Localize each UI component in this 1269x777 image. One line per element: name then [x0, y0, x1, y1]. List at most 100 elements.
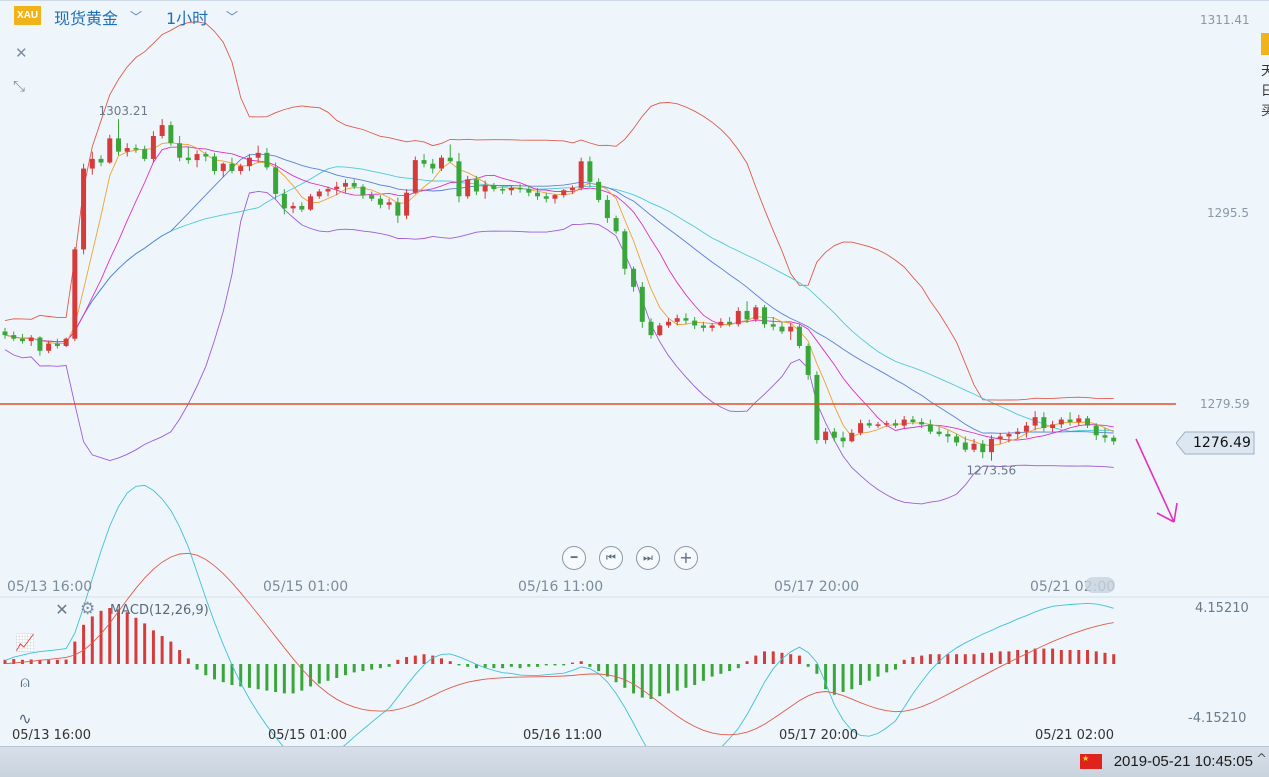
macd-bar — [797, 655, 801, 664]
macd-bar — [422, 654, 426, 664]
candle — [1023, 421, 1029, 438]
candle — [447, 144, 453, 163]
macd-bar — [492, 664, 496, 669]
macd-bar — [1051, 648, 1055, 664]
toggle-icon[interactable] — [1085, 577, 1115, 593]
candle — [954, 434, 960, 447]
macd-bar — [1016, 650, 1020, 664]
candle-body — [473, 179, 479, 192]
macd-bar — [326, 664, 330, 681]
candle-body — [631, 268, 637, 287]
candle-body — [700, 325, 706, 328]
candle-body — [124, 148, 130, 152]
ma10-line — [4, 146, 1114, 441]
candle — [927, 419, 933, 435]
close-icon[interactable]: ✕ — [52, 600, 72, 620]
macd-bar — [763, 651, 767, 664]
candle-body — [290, 205, 296, 209]
macd-bar — [501, 664, 505, 669]
candle-body — [796, 326, 802, 346]
candle — [1058, 417, 1064, 429]
chart-svg: 1303.21 1273.56 — [0, 0, 1269, 774]
candle-body — [875, 424, 881, 426]
candle-body — [360, 186, 366, 196]
candle-body — [54, 343, 60, 346]
candle-body — [1093, 425, 1099, 436]
candle-body — [1058, 419, 1064, 425]
candle-body — [351, 183, 357, 187]
macd-bar — [378, 664, 382, 669]
candle-body — [866, 423, 872, 426]
macd-bar — [99, 610, 103, 664]
candle — [892, 419, 898, 429]
candle — [168, 121, 174, 146]
candle — [692, 316, 698, 330]
candle — [229, 157, 235, 174]
candle — [194, 150, 200, 168]
collapse-icon[interactable]: ⤡ — [13, 77, 25, 95]
x-tick-label: 05/16 11:00 — [523, 728, 603, 743]
candle — [683, 313, 689, 325]
gear-icon[interactable]: ⚙ — [80, 599, 95, 619]
candle — [831, 428, 837, 442]
candle — [185, 146, 191, 164]
macd-bar — [885, 664, 889, 673]
chevron-up-icon[interactable]: ^ — [1256, 752, 1267, 767]
macd-bar — [204, 664, 208, 676]
candle-body — [735, 310, 741, 325]
macd-bar — [693, 664, 697, 685]
candle — [412, 156, 418, 194]
candle-body — [718, 321, 724, 326]
high-annotation: 1303.21 — [98, 104, 148, 118]
macd-bar — [90, 616, 94, 664]
macd-bar — [666, 664, 670, 694]
candle-body — [281, 193, 287, 209]
chevron-down-icon[interactable]: ﹀ — [226, 8, 238, 25]
candle — [308, 193, 314, 211]
candle — [177, 135, 183, 162]
candle-body — [927, 424, 933, 432]
low-annotation: 1273.56 — [966, 464, 1016, 478]
macd-bar — [841, 664, 845, 692]
candle-body — [831, 431, 837, 438]
candle-body — [1032, 417, 1038, 426]
symbol-selector[interactable]: 现货黄金 — [54, 5, 118, 29]
candle-body — [273, 167, 279, 194]
candle — [709, 323, 715, 332]
candle — [124, 143, 130, 157]
gold-badge: XAU — [14, 6, 41, 25]
skip-forward-button[interactable]: ⏭ — [636, 546, 660, 570]
candle-body — [954, 436, 960, 443]
candle — [456, 152, 462, 203]
macd-bar — [143, 623, 147, 664]
macd-bar — [55, 659, 59, 664]
macd-bar — [64, 659, 68, 664]
x-tick-label: 05/15 01:00 — [263, 579, 349, 595]
candle-body — [168, 125, 174, 144]
macd-bar — [527, 664, 531, 667]
macd-bar — [1094, 651, 1098, 664]
candle-body — [264, 152, 270, 168]
chart-indicator-icon[interactable]: 📈 — [14, 633, 36, 655]
zoom-out-button[interactable]: ━ — [562, 546, 586, 570]
macd-bar — [998, 651, 1002, 664]
candle-body — [1023, 425, 1029, 432]
candle — [115, 119, 121, 156]
close-icon[interactable]: ✕ — [15, 44, 28, 62]
candle-body — [386, 202, 392, 205]
waveform-icon[interactable]: ∿ — [14, 709, 36, 731]
skip-back-button[interactable]: ⏮ — [599, 546, 623, 570]
timeframe-selector[interactable]: 1小时 — [166, 5, 208, 29]
candle — [273, 162, 279, 199]
chevron-down-icon[interactable]: ﹀ — [130, 8, 142, 25]
candle-body — [404, 192, 410, 216]
zoom-in-button[interactable]: + — [674, 546, 698, 570]
macd-bar — [649, 664, 653, 699]
macd-bar — [728, 664, 732, 671]
candle — [657, 323, 663, 337]
candle — [735, 307, 741, 327]
drawing-tool-icon[interactable]: ⍝ — [14, 672, 36, 694]
candle-body — [369, 195, 375, 199]
macd-bar — [981, 652, 985, 664]
candle-body — [1067, 419, 1073, 422]
